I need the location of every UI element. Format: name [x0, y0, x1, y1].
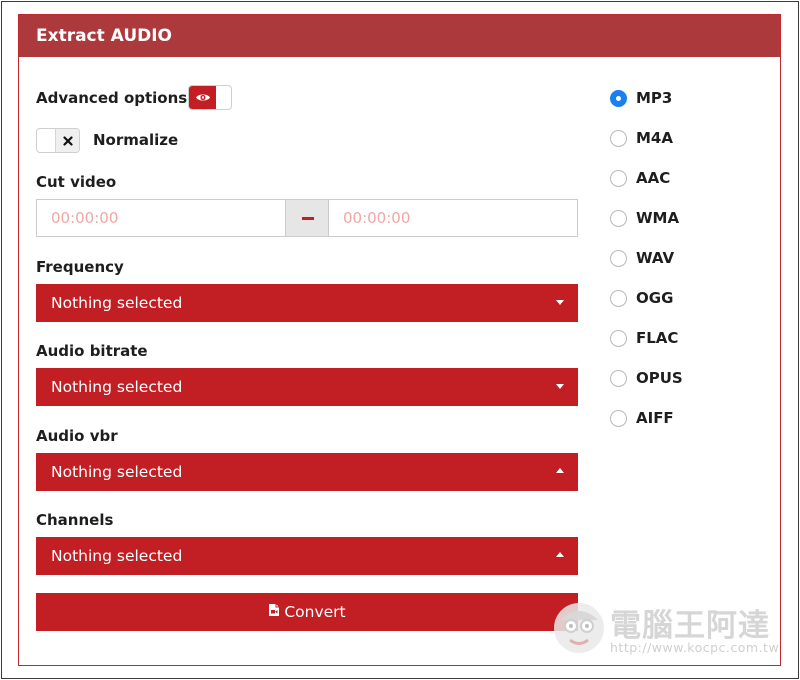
radio[interactable] — [610, 369, 627, 387]
frequency-label: Frequency — [36, 258, 124, 276]
radio[interactable] — [610, 249, 627, 267]
audio-vbr-value: Nothing selected — [51, 463, 183, 481]
format-option-opus[interactable]: OPUS — [610, 367, 683, 389]
eye-icon — [189, 86, 216, 109]
radio[interactable] — [610, 329, 627, 347]
format-option-aiff[interactable]: AIFF — [610, 407, 674, 429]
audio-bitrate-select[interactable]: Nothing selected — [36, 368, 578, 406]
extract-audio-panel: Extract AUDIO Advanced options: Normaliz… — [18, 14, 781, 666]
normalize-label: Normalize — [93, 131, 179, 149]
frequency-value: Nothing selected — [51, 294, 183, 312]
minus-icon — [286, 199, 329, 237]
format-option-flac[interactable]: FLAC — [610, 327, 678, 349]
audio-vbr-select[interactable]: Nothing selected — [36, 453, 578, 491]
format-option-m4a[interactable]: M4A — [610, 127, 673, 149]
format-option-wma[interactable]: WMA — [610, 207, 679, 229]
watermark: 電腦王阿達 http://www.kocpc.com.tw — [548, 596, 784, 662]
file-icon — [268, 603, 280, 621]
mascot-logo — [554, 603, 604, 653]
audio-bitrate-value: Nothing selected — [51, 378, 183, 396]
radio[interactable] — [610, 409, 627, 427]
cut-end-input[interactable] — [328, 199, 578, 237]
format-option-ogg[interactable]: OGG — [610, 287, 673, 309]
close-icon — [55, 129, 79, 152]
caret-down-icon — [556, 384, 564, 389]
audio-vbr-label: Audio vbr — [36, 427, 118, 445]
channels-label: Channels — [36, 511, 114, 529]
advanced-options-toggle[interactable] — [188, 85, 232, 110]
watermark-text: 電腦王阿達 — [610, 608, 770, 644]
format-option-aac[interactable]: AAC — [610, 167, 670, 189]
caret-up-icon — [556, 552, 564, 557]
frequency-select[interactable]: Nothing selected — [36, 284, 578, 322]
convert-button[interactable]: Convert — [36, 593, 578, 631]
channels-select[interactable]: Nothing selected — [36, 537, 578, 575]
format-option-mp3[interactable]: MP3 — [610, 87, 672, 109]
cut-start-input[interactable] — [36, 199, 286, 237]
radio[interactable] — [610, 209, 627, 227]
radio[interactable] — [610, 289, 627, 307]
caret-up-icon — [556, 468, 564, 473]
radio[interactable] — [610, 169, 627, 187]
radio[interactable] — [610, 129, 627, 147]
cut-video-label: Cut video — [36, 173, 117, 191]
panel-title: Extract AUDIO — [19, 15, 780, 57]
convert-label: Convert — [284, 603, 346, 621]
normalize-toggle[interactable] — [36, 128, 80, 153]
audio-bitrate-label: Audio bitrate — [36, 342, 148, 360]
radio-checked[interactable] — [610, 89, 627, 107]
channels-value: Nothing selected — [51, 547, 183, 565]
advanced-options-label: Advanced options: — [36, 89, 194, 107]
watermark-url: http://www.kocpc.com.tw — [610, 640, 780, 655]
format-option-wav[interactable]: WAV — [610, 247, 674, 269]
caret-down-icon — [556, 300, 564, 305]
